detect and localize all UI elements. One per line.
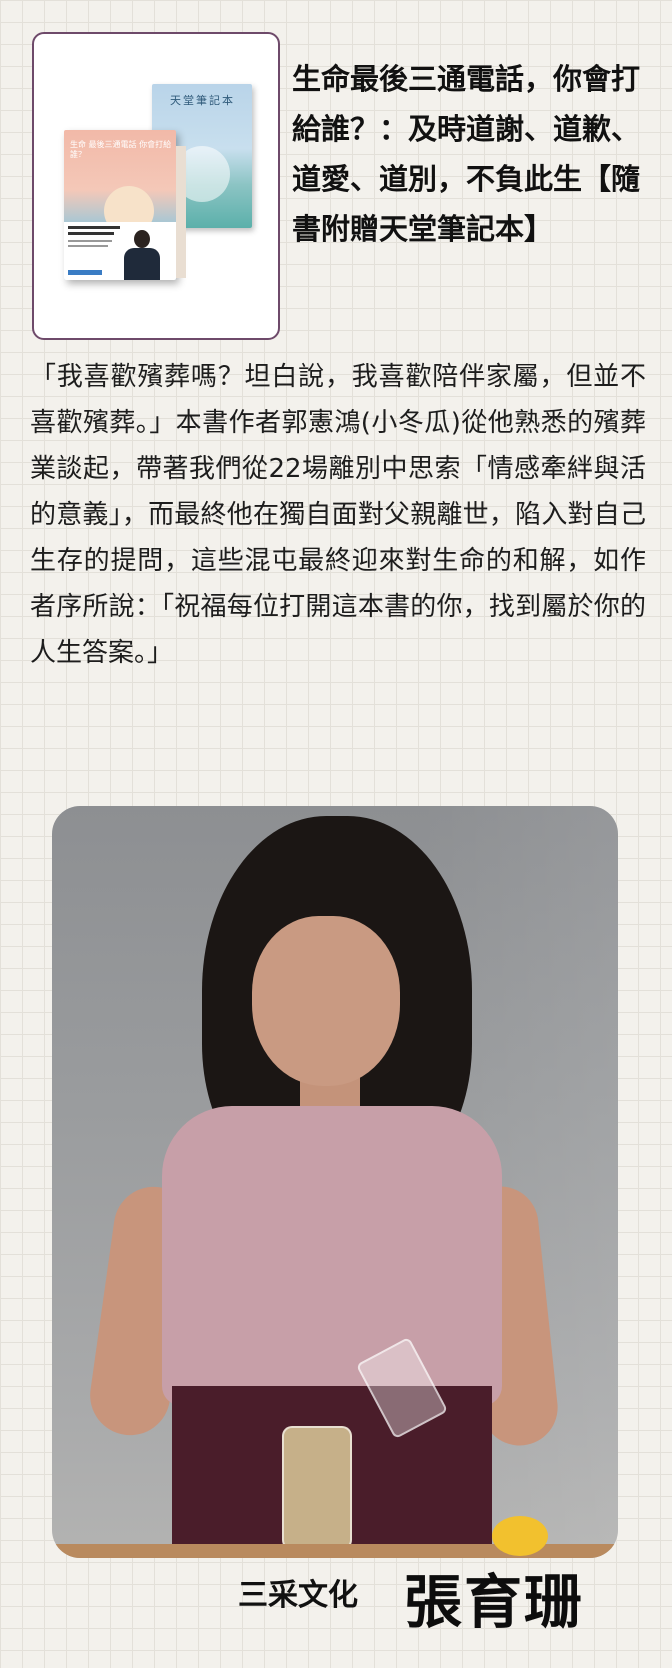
book-cover-image: 生命 最後三通電話 你會打給誰？ [64, 130, 176, 280]
author-portrait-head [134, 230, 150, 248]
recommender-name: 張育珊 [404, 1568, 585, 1636]
photo-pink-top [162, 1106, 502, 1406]
publisher-name: 三采文化 [238, 1578, 358, 1613]
book-description: 「我喜歡殯葬嗎？坦白說，我喜歡陪伴家屬，但並不喜歡殯葬。」本書作者郭憲鴻(小冬瓜… [30, 362, 646, 668]
recommender-photo [52, 806, 618, 1558]
photo-lemon-jar [282, 1426, 352, 1550]
cover-author-band [64, 222, 176, 280]
cover-title-text: 生命 最後三通電話 你會打給誰？ [70, 140, 172, 159]
photo-lemon [492, 1516, 548, 1556]
book-spine [176, 146, 186, 278]
author-portrait-body [124, 248, 160, 280]
photo-face [252, 916, 400, 1086]
notebook-cover-title: 天堂筆記本 [170, 94, 235, 107]
book-title[interactable]: 生命最後三通電話，你會打給誰？：及時道謝、道歉、道愛、道別，不負此生【隨書附贈天… [292, 54, 652, 254]
book-cover-card[interactable]: 天堂筆記本 生命 最後三通電話 你會打給誰？ [32, 32, 280, 340]
